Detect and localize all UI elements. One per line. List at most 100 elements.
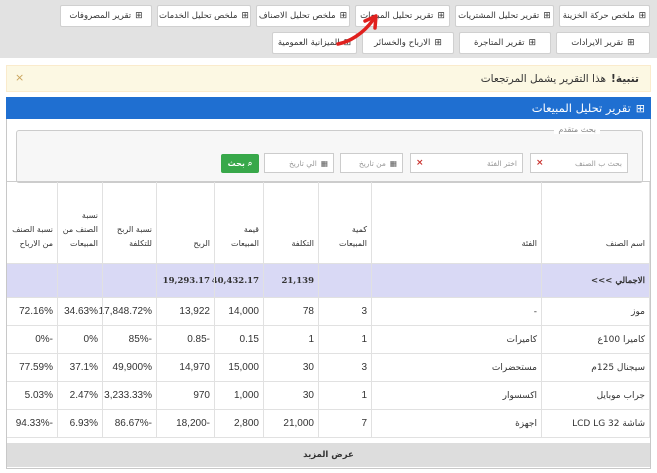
nav-expenses[interactable]: تقرير المصروفات ⊞	[60, 5, 152, 27]
table-row[interactable]: سيجنال 125م مستحضرات 3 30 15,000 14,970 …	[7, 354, 650, 382]
nav-label: الميزانية العمومية	[277, 38, 340, 48]
grid-icon: ⊞	[434, 38, 442, 48]
total-profit: 19,293.17	[157, 264, 215, 297]
cell-category: اجهزة	[372, 410, 542, 437]
th-sales-value[interactable]: قيمة المبيعات	[215, 182, 264, 263]
cell-cost: 30	[264, 382, 319, 409]
th-sales-qty[interactable]: كمية المبيعات	[319, 182, 372, 263]
from-date-input[interactable]: من تاريخ ▦	[340, 153, 403, 173]
cell-profit: 970	[157, 382, 215, 409]
cell-item-name: كاميرا 100ع	[542, 326, 650, 353]
th-cost[interactable]: التكلفة	[264, 182, 319, 263]
cell-cost: 30	[264, 354, 319, 381]
cell-sales-pct: 34.63%	[58, 298, 103, 325]
cell-item-name: سيجنال 125م	[542, 354, 650, 381]
clear-icon[interactable]: ×	[416, 158, 424, 168]
total-empty	[58, 264, 103, 297]
cell-profit-to-cost: 49,900%	[103, 354, 157, 381]
panel-header: ⊞ تقرير تحليل المبيعات	[6, 97, 651, 119]
nav-label: تقرير المتاجرة	[473, 38, 525, 48]
cell-qty: 3	[319, 354, 372, 381]
nav-label: تقرير تحليل المبيعات	[360, 11, 434, 21]
cell-sales-pct: 37.1%	[58, 354, 103, 381]
grid-icon: ⊞	[437, 11, 445, 21]
table-row[interactable]: جراب موبايل اكسسوار 1 30 1,000 970 3,233…	[7, 382, 650, 410]
cell-qty: 1	[319, 326, 372, 353]
table-row[interactable]: شاشة LCD LG 32 اجهزة 7 21,000 2,800 -18,…	[7, 410, 650, 438]
grid-icon: ⊞	[528, 38, 537, 48]
cell-item-name: جراب موبايل	[542, 382, 650, 409]
clear-icon[interactable]: ×	[536, 158, 544, 168]
total-cost: 21,139	[264, 264, 319, 297]
nav-services-analysis[interactable]: ملخص تحليل الخدمات ⊞	[157, 5, 251, 27]
total-sales-qty	[319, 264, 372, 297]
nav-balance-sheet[interactable]: الميزانية العمومية ⊞	[272, 32, 357, 54]
cell-category: مستحضرات	[372, 354, 542, 381]
total-empty	[103, 264, 157, 297]
cell-sales: 15,000	[215, 354, 264, 381]
th-category[interactable]: الفئة	[372, 182, 542, 263]
th-item-profit-pct[interactable]: نسبة الصنف من الارباح	[7, 182, 58, 263]
total-empty	[372, 264, 542, 297]
nav-profit-loss[interactable]: الارباح والخسائر ⊞	[362, 32, 454, 54]
to-date-input[interactable]: الي تاريخ ▦	[264, 153, 334, 173]
nav-label: ملخص تحليل الاصناف	[258, 11, 336, 21]
calendar-icon: ▦	[389, 158, 397, 168]
nav-label: تقرير المصروفات	[69, 11, 132, 21]
table-header-row: اسم الصنف الفئة كمية المبيعات التكلفة قي…	[7, 182, 650, 264]
calendar-icon: ▦	[320, 158, 328, 168]
table-row[interactable]: كاميرا 100ع كاميرات 1 1 0.15 -0.85 -85% …	[7, 326, 650, 354]
nav-sales-analysis[interactable]: تقرير تحليل المبيعات ⊞	[355, 5, 450, 27]
cell-profit-pct: -0%	[7, 326, 58, 353]
nav-treasury-summary[interactable]: ملخص حركة الخزينة ⊞	[559, 5, 650, 27]
to-date-placeholder: الي تاريخ	[288, 158, 317, 168]
cell-profit-pct: 77.59%	[7, 354, 58, 381]
cell-profit-to-cost: -85%	[103, 326, 157, 353]
returns-warning-alert: تنبية! هذا التقرير يشمل المرتجعات ×	[6, 65, 651, 92]
search-button[interactable]: بحث ⌕	[221, 154, 259, 173]
th-item-name[interactable]: اسم الصنف	[542, 182, 650, 263]
th-profit[interactable]: الربح	[157, 182, 215, 263]
grid-icon: ⊞	[543, 11, 551, 21]
cell-cost: 78	[264, 298, 319, 325]
nav-label: الارباح والخسائر	[374, 38, 431, 48]
total-sales: 40,432.17	[212, 264, 264, 297]
nav-label: ملخص حركة الخزينة	[562, 11, 635, 21]
table-row[interactable]: موز - 3 78 14,000 13,922 17,848.72% 34.6…	[7, 298, 650, 326]
nav-trading[interactable]: تقرير المتاجرة ⊞	[459, 32, 551, 54]
category-placeholder: اختر الفئة	[487, 158, 517, 168]
th-profit-to-cost[interactable]: نسبة الربح للتكلفة	[103, 182, 157, 263]
cell-sales-pct: 6.93%	[58, 410, 103, 437]
alert-title: تنبية!	[611, 72, 639, 85]
category-select[interactable]: × اختر الفئة	[410, 153, 523, 173]
cell-category: -	[372, 298, 542, 325]
cell-profit: 14,970	[157, 354, 215, 381]
nav-purchases-analysis[interactable]: تقرير تحليل المشتريات ⊞	[455, 5, 554, 27]
grid-icon: ⊞	[135, 11, 143, 21]
nav-label: ملخص تحليل الخدمات	[159, 11, 238, 21]
nav-items-analysis[interactable]: ملخص تحليل الاصناف ⊞	[256, 5, 350, 27]
grid-icon: ⊞	[635, 101, 645, 115]
report-panel: بحث متقدم × بحث ب الصنف × اختر الفئة من …	[6, 119, 651, 469]
show-more-button[interactable]: عرض المزيد	[7, 443, 650, 467]
total-empty	[7, 264, 58, 297]
search-icon: ⌕	[247, 158, 253, 168]
cell-profit-to-cost: 3,233.33%	[103, 382, 157, 409]
grid-icon: ⊞	[627, 38, 635, 48]
cell-profit-to-cost: 17,848.72%	[99, 298, 157, 325]
close-icon[interactable]: ×	[15, 71, 24, 84]
report-nav: ملخص حركة الخزينة ⊞ تقرير تحليل المشتريات…	[0, 0, 657, 58]
nav-label: تقرير تحليل المشتريات	[458, 11, 540, 21]
th-item-sales-pct[interactable]: نسبة الصنف من المبيعات	[58, 182, 103, 263]
nav-label: تقرير الايرادات	[571, 38, 624, 48]
cell-profit-pct: -94.33%	[7, 410, 58, 437]
nav-revenues[interactable]: تقرير الايرادات ⊞	[556, 32, 650, 54]
item-select[interactable]: × بحث ب الصنف	[530, 153, 628, 173]
table-total-row: الاجمالي >>> 21,139 40,432.17 19,293.17	[7, 264, 650, 298]
cell-sales-pct: 2.47%	[58, 382, 103, 409]
page-title: تقرير تحليل المبيعات	[531, 101, 631, 115]
cell-category: اكسسوار	[372, 382, 542, 409]
advanced-search: بحث متقدم × بحث ب الصنف × اختر الفئة من …	[16, 125, 643, 183]
cell-profit: -18,200	[157, 410, 215, 437]
cell-sales-pct: 0%	[58, 326, 103, 353]
